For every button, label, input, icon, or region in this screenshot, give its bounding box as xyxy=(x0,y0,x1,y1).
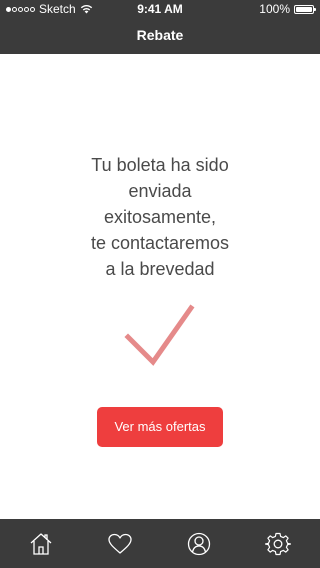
message-line: te contactaremos xyxy=(90,233,230,253)
status-bar: Sketch 9:41 AM 100% xyxy=(0,0,320,18)
tab-home[interactable] xyxy=(28,531,54,557)
check-icon xyxy=(124,303,196,374)
confirmation-message: Tu boleta ha sido enviada exitosamente, … xyxy=(0,152,320,282)
see-more-offers-button[interactable]: Ver más ofertas xyxy=(97,407,223,447)
message-line: Tu boleta ha sido xyxy=(91,155,229,175)
tab-settings[interactable] xyxy=(265,531,291,557)
battery-level xyxy=(296,6,312,12)
battery-icon xyxy=(294,4,316,14)
heart-icon xyxy=(107,531,133,557)
page-title: Rebate xyxy=(136,27,184,43)
settings-icon xyxy=(265,531,291,557)
top-bar: Sketch 9:41 AM 100% Rebate xyxy=(0,0,320,54)
tab-bar xyxy=(0,519,320,568)
status-right: 100% xyxy=(259,0,316,18)
battery-percent: 100% xyxy=(259,2,290,16)
tab-profile[interactable] xyxy=(186,531,212,557)
message-line: exitosamente, xyxy=(103,207,217,227)
home-icon xyxy=(28,531,54,557)
profile-icon xyxy=(186,531,212,557)
message-line: a la brevedad xyxy=(105,259,215,279)
tab-favorites[interactable] xyxy=(107,531,133,557)
message-line: enviada xyxy=(128,181,192,201)
